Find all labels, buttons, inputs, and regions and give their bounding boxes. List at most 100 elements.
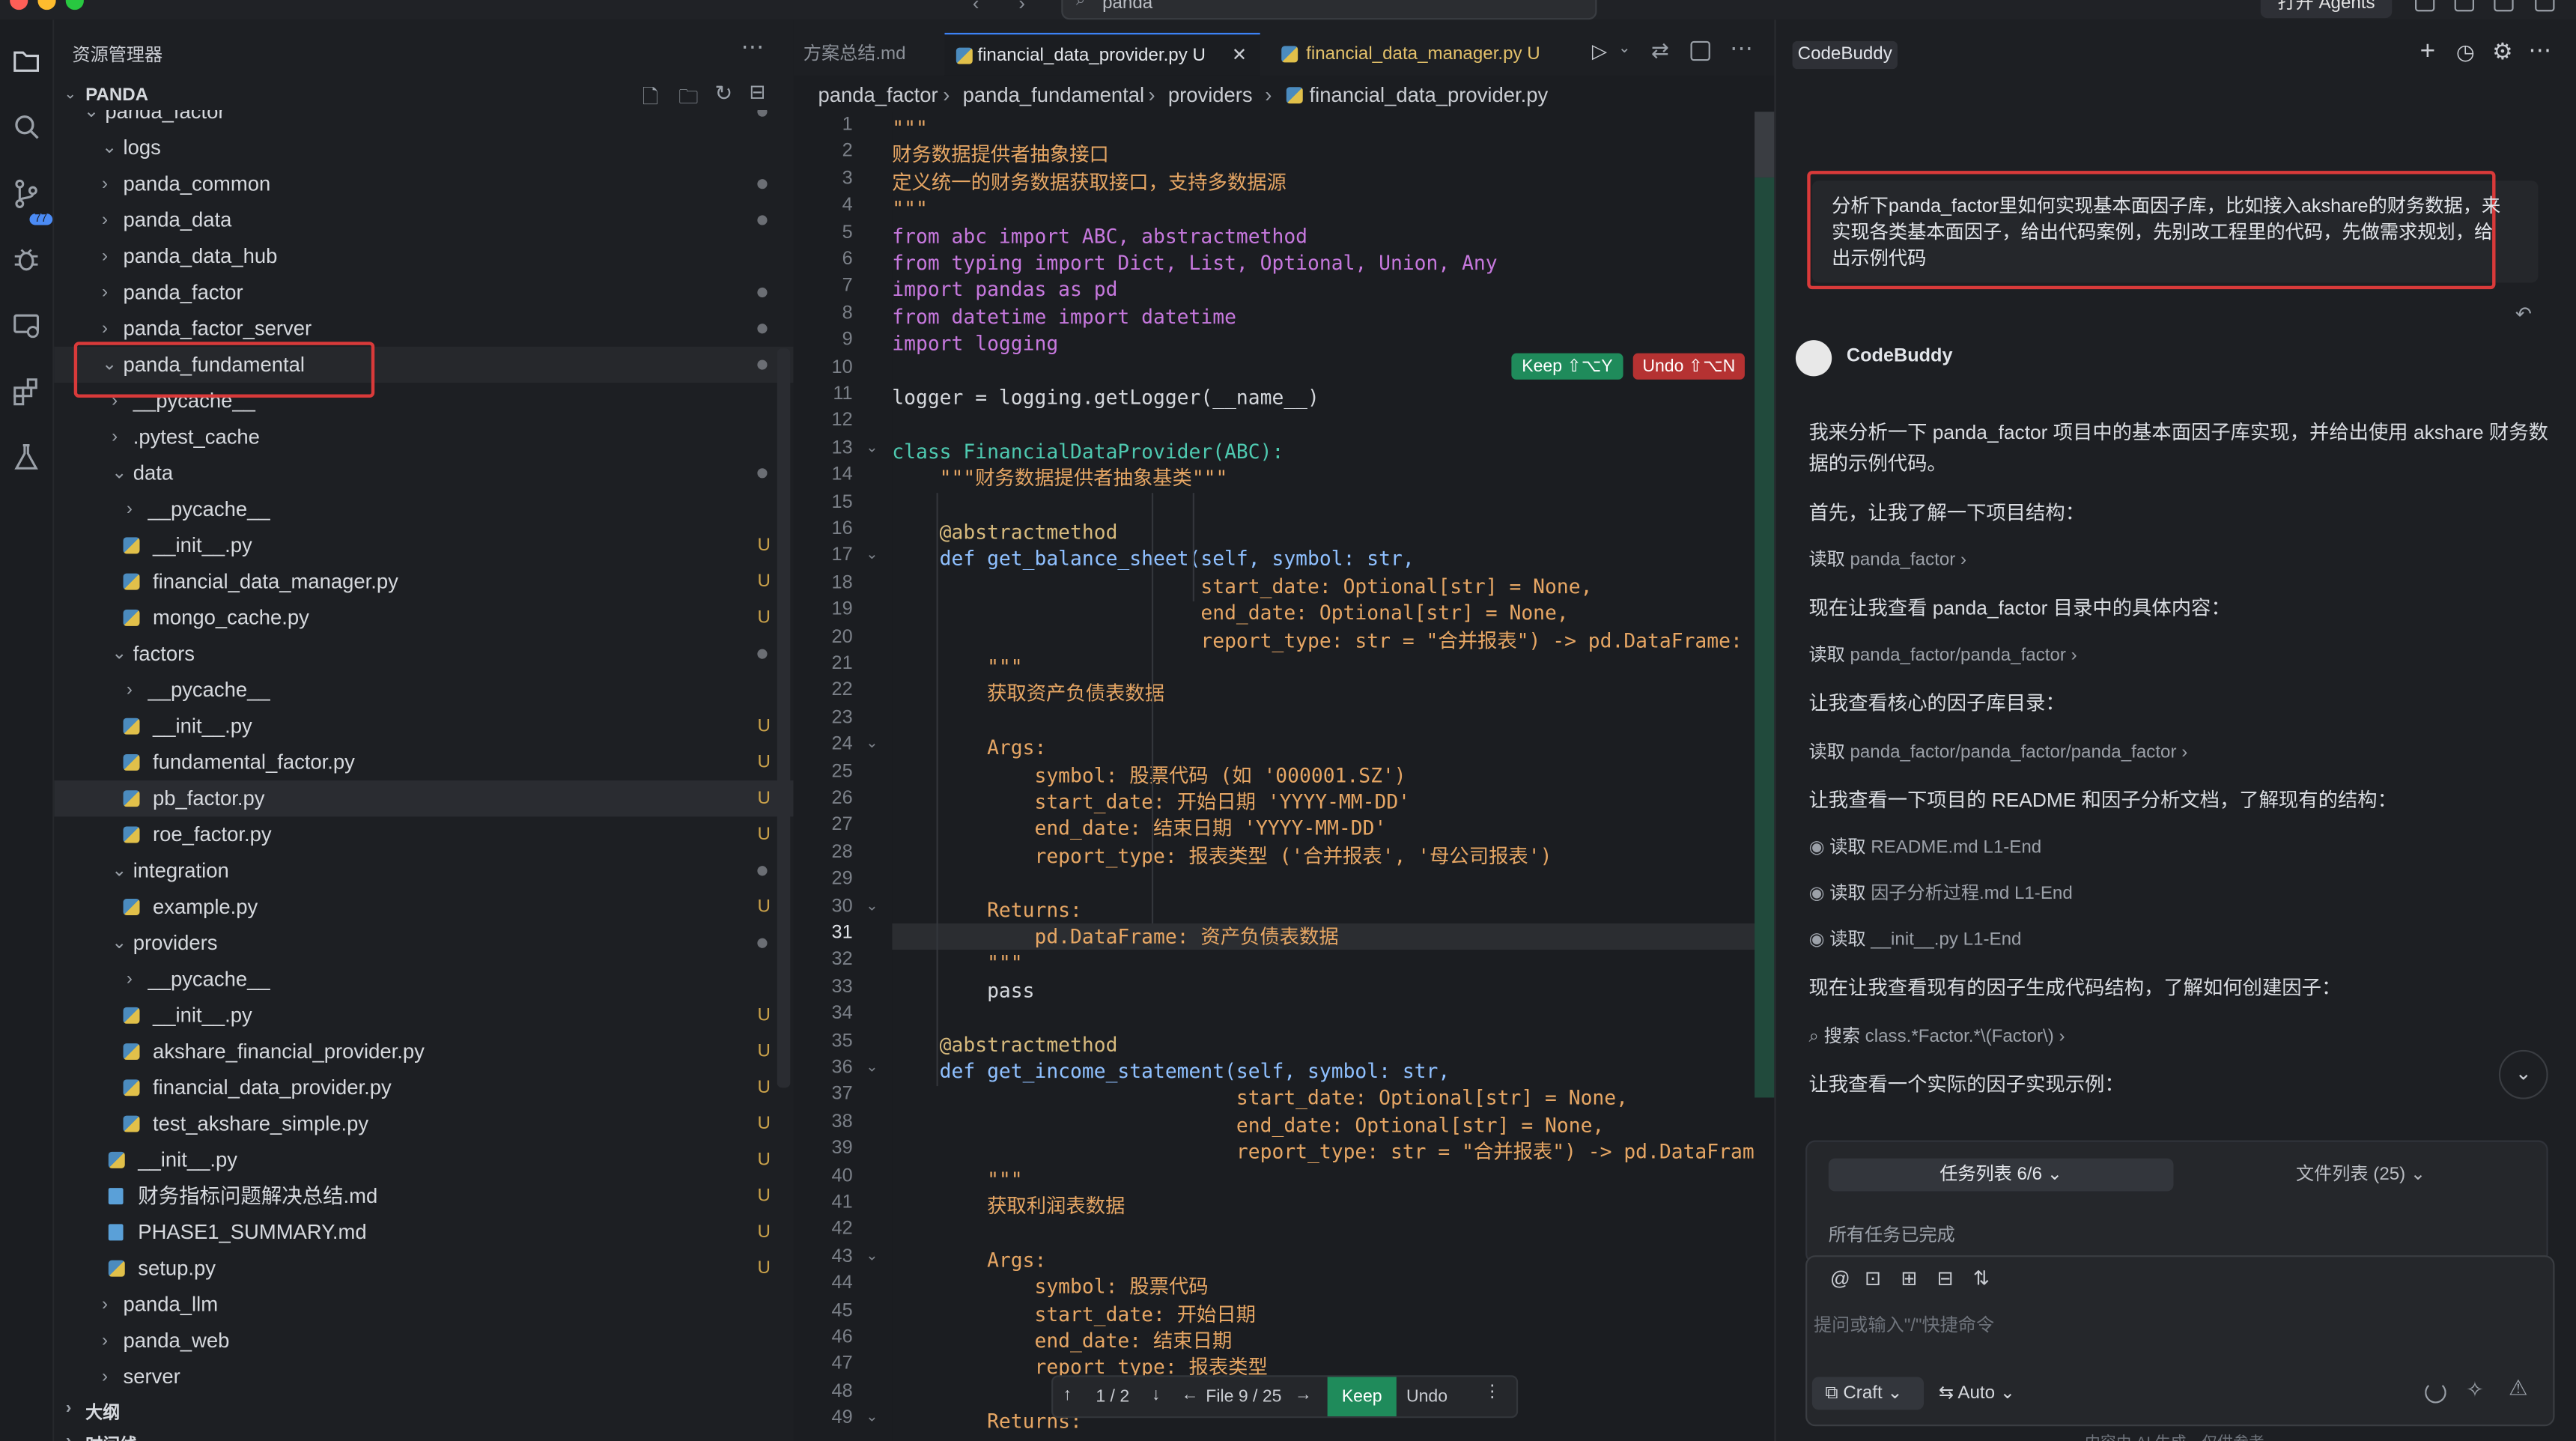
enhance-prompt-icon[interactable]: ✧: [2466, 1377, 2484, 1403]
workspace-root[interactable]: PANDA: [85, 85, 148, 105]
extensions-icon[interactable]: [10, 374, 43, 407]
tool-call-item[interactable]: ◉ 读取 因子分析过程.md L1-End: [1808, 879, 2072, 905]
command-search-input[interactable]: ⌕ panda: [1061, 0, 1597, 20]
next-change-icon[interactable]: ↓: [1152, 1385, 1161, 1404]
search-icon[interactable]: [10, 110, 43, 143]
file-test-akshare-simple-py[interactable]: test_akshare_simple.py U: [54, 1105, 793, 1141]
file-example-py[interactable]: example.py U: [54, 889, 793, 925]
file-akshare-financial-provider-py[interactable]: akshare_financial_provider.py U: [54, 1034, 793, 1070]
fold-chevron-icon[interactable]: ⌄: [866, 1409, 878, 1427]
tab-financial-data-manager[interactable]: financial_data_manager.py U: [1270, 33, 1549, 76]
sidebar-scrollbar[interactable]: [777, 348, 791, 1088]
file-mongo-cache-py[interactable]: mongo_cache.py U: [54, 600, 793, 636]
editor-more-icon[interactable]: ⋯: [1730, 34, 1753, 62]
tool-call-item[interactable]: 读取 panda_factor/panda_factor ›: [1808, 641, 2077, 667]
file-init-py[interactable]: __init__.py U: [54, 709, 793, 744]
folder-panda-llm[interactable]: › panda_llm: [54, 1287, 793, 1323]
more-actions-icon[interactable]: ⋯: [741, 33, 764, 61]
tool-call-item[interactable]: ◉ 读取 __init__.py L1-End: [1808, 925, 2021, 951]
fold-chevron-icon[interactable]: ⌄: [866, 1247, 878, 1265]
folder-panda-common[interactable]: › panda_common: [54, 166, 793, 202]
outline-section[interactable]: › 大纲: [54, 1393, 793, 1426]
warning-icon[interactable]: ⚠: [2509, 1375, 2528, 1401]
folder-server[interactable]: › server: [54, 1359, 793, 1383]
timeline-section[interactable]: › 时间线: [54, 1426, 793, 1441]
run-icon[interactable]: ▷: [1592, 40, 1607, 63]
compare-changes-icon[interactable]: ⇄: [1651, 37, 1669, 64]
explorer-icon[interactable]: [10, 44, 43, 77]
folder-pycache[interactable]: › __pycache__: [54, 961, 793, 997]
more-icon[interactable]: ⋮: [1483, 1382, 1501, 1401]
chat-input[interactable]: 提问或输入"/"快捷命令: [1814, 1311, 2536, 1338]
editor-scrollbar[interactable]: [1755, 112, 1775, 1441]
file-roe-factor-py[interactable]: roe_factor.py U: [54, 816, 793, 852]
file-init-py[interactable]: __init__.py U: [54, 1142, 793, 1178]
git-icon[interactable]: ⇅: [1973, 1266, 1990, 1290]
folder-panda-factor[interactable]: ⌄ panda_factor: [54, 109, 793, 130]
fold-chevron-icon[interactable]: ⌄: [866, 438, 878, 456]
fold-chevron-icon[interactable]: ⌄: [866, 1058, 878, 1076]
folder-integration[interactable]: ⌄ integration: [54, 853, 793, 889]
tool-call-item[interactable]: ⌕ 搜索文件 panda_factor/panda_factor/generat…: [1808, 1116, 2241, 1117]
previous-change-icon[interactable]: ↑: [1063, 1385, 1072, 1404]
tool-call-item[interactable]: ◉ 读取 README.md L1-End: [1808, 833, 2041, 859]
folder-providers[interactable]: ⌄ providers: [54, 925, 793, 961]
chevron-down-icon[interactable]: ⌄: [64, 85, 77, 103]
task-list-tab[interactable]: 任务列表 6/6 ⌄: [1828, 1158, 2174, 1192]
code-editor[interactable]: """ 财务数据提供者抽象接口 定义统一的财务数据获取接口，支持多数据源 """ fro…: [892, 112, 1755, 1441]
undo-button[interactable]: Undo: [1406, 1387, 1448, 1407]
file-init-py[interactable]: __init__.py U: [54, 998, 793, 1034]
file-pb-factor-py[interactable]: pb_factor.py U: [54, 780, 794, 817]
folder-panda-web[interactable]: › panda_web: [54, 1323, 793, 1359]
breadcrumb-item[interactable]: panda_fundamental: [963, 76, 1144, 115]
toggle-sidebar-icon[interactable]: [2415, 0, 2435, 12]
file-setup-py[interactable]: setup.py U: [54, 1251, 793, 1287]
breadcrumb-item[interactable]: panda_factor: [818, 76, 938, 115]
folder-pycache[interactable]: › __pycache__: [54, 672, 793, 708]
mode-selector[interactable]: ⧉ Craft ⌄: [1811, 1377, 1925, 1410]
next-file-icon[interactable]: →: [1295, 1385, 1312, 1404]
folder-logs[interactable]: ⌄ logs: [54, 130, 793, 166]
split-editor-icon[interactable]: [1690, 40, 1710, 61]
collapse-all-icon[interactable]: ⊟: [749, 80, 765, 103]
folder-data[interactable]: ⌄ data: [54, 455, 793, 491]
file-fundamental-factor-py[interactable]: fundamental_factor.py U: [54, 744, 793, 780]
toggle-panel-icon[interactable]: [2454, 0, 2474, 12]
refresh-icon[interactable]: ↻: [714, 80, 732, 106]
zoom-window-button[interactable]: [65, 0, 84, 10]
layout-icon[interactable]: [2535, 0, 2555, 12]
tab-summary-md[interactable]: 方案总结.md: [794, 33, 916, 76]
scroll-thumb[interactable]: [1755, 112, 1775, 178]
fold-chevron-icon[interactable]: ⌄: [866, 897, 878, 914]
toggle-secondary-sidebar-icon[interactable]: [2494, 0, 2514, 12]
fold-chevron-icon[interactable]: ⌄: [866, 735, 878, 753]
remote-explorer-icon[interactable]: [10, 309, 43, 342]
tool-call-item[interactable]: ⌕ 搜索 class.*Factor.*\(Factor\) ›: [1808, 1022, 2065, 1049]
run-options-chevron-icon[interactable]: ⌄: [1618, 40, 1631, 58]
inline-keep-button[interactable]: Keep ⇧⌥Y: [1511, 353, 1623, 380]
folder-pycache[interactable]: › __pycache__: [54, 491, 793, 527]
breadcrumb-item[interactable]: financial_data_provider.py: [1310, 76, 1549, 115]
folder-panda-factor[interactable]: › panda_factor: [54, 274, 793, 310]
file-phase1-summary-md[interactable]: PHASE1_SUMMARY.md U: [54, 1214, 793, 1250]
folder-factors[interactable]: ⌄ factors: [54, 636, 793, 672]
debug-icon[interactable]: [10, 243, 43, 276]
file-reference-icon[interactable]: ⊞: [1901, 1266, 1917, 1290]
close-window-button[interactable]: [10, 0, 28, 10]
testing-flask-icon[interactable]: [10, 440, 43, 473]
tool-call-item[interactable]: 读取 panda_factor ›: [1808, 545, 1966, 571]
minimize-window-button[interactable]: [37, 0, 56, 10]
file-init-py[interactable]: __init__.py U: [54, 527, 793, 563]
scroll-down-button[interactable]: ⌄: [2498, 1049, 2548, 1099]
folder-pytest-cache[interactable]: › .pytest_cache: [54, 419, 793, 455]
tool-call-item[interactable]: 读取 panda_factor/panda_factor/panda_facto…: [1808, 738, 2187, 764]
source-control-icon[interactable]: [10, 178, 43, 210]
forward-nav-icon[interactable]: ›: [1018, 0, 1025, 15]
model-selector[interactable]: ⇆ Auto ⌄: [1939, 1377, 2038, 1410]
file-list-tab[interactable]: 文件列表 (25) ⌄: [2188, 1159, 2533, 1192]
folder-panda-data-hub[interactable]: › panda_data_hub: [54, 238, 793, 274]
fold-chevron-icon[interactable]: ⌄: [866, 546, 878, 564]
back-nav-icon[interactable]: ‹: [973, 0, 979, 15]
mention-icon[interactable]: @: [1830, 1266, 1850, 1290]
tab-financial-data-provider[interactable]: financial_data_provider.py U ✕: [944, 32, 1260, 76]
